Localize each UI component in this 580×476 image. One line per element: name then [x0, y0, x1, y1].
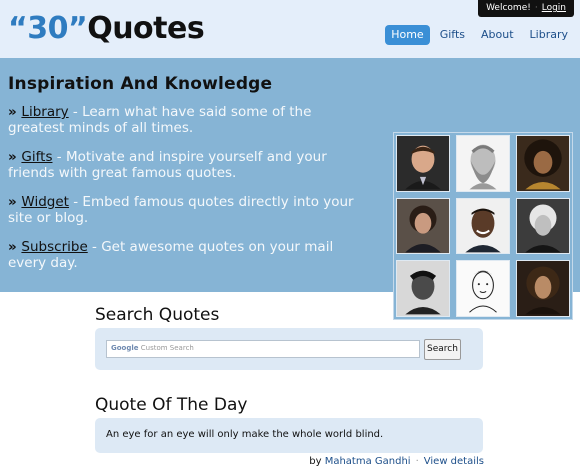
- nav-gifts[interactable]: Gifts: [434, 25, 471, 45]
- feature-subscribe-link[interactable]: Subscribe: [21, 239, 87, 255]
- search-button[interactable]: Search: [424, 339, 461, 360]
- quote-byline: by Mahatma Gandhi · View details: [309, 456, 484, 467]
- site-logo[interactable]: “30”Quotes: [8, 11, 205, 47]
- author-photo-grid: [393, 132, 573, 320]
- feature-list: » Library - Learn what have said some of…: [8, 104, 358, 284]
- user-bar: Welcome! · Login: [478, 0, 574, 17]
- feature-gifts-link[interactable]: Gifts: [21, 149, 52, 165]
- logo-word: Quotes: [87, 11, 205, 46]
- google-label: Google: [111, 344, 139, 352]
- bullet-mark: »: [8, 149, 22, 165]
- view-details-link[interactable]: View details: [424, 456, 484, 467]
- author-photo[interactable]: [516, 135, 570, 192]
- nav-about[interactable]: About: [475, 25, 520, 45]
- search-placeholder: Custom Search: [140, 344, 194, 352]
- bullet-mark: »: [8, 194, 22, 210]
- author-photo[interactable]: [396, 260, 450, 317]
- feature-widget: » Widget - Embed famous quotes directly …: [8, 194, 358, 226]
- bullet-mark: »: [8, 104, 22, 120]
- author-photo[interactable]: [396, 135, 450, 192]
- hero-banner: Inspiration And Knowledge » Library - Le…: [0, 58, 580, 320]
- quote-text: An eye for an eye will only make the who…: [106, 429, 384, 440]
- login-link[interactable]: Login: [542, 3, 566, 13]
- search-section-title: Search Quotes: [95, 305, 220, 325]
- feature-library-link[interactable]: Library: [21, 104, 68, 120]
- feature-gifts: » Gifts - Motivate and inspire yourself …: [8, 149, 358, 181]
- welcome-text: Welcome!: [486, 3, 531, 13]
- nav-home[interactable]: Home: [385, 25, 430, 45]
- search-box: Google Custom Search Search: [95, 328, 483, 370]
- author-photo[interactable]: [396, 197, 450, 255]
- author-photo[interactable]: [456, 260, 510, 317]
- search-input[interactable]: Google Custom Search: [106, 340, 420, 358]
- userbar-separator: ·: [534, 3, 538, 13]
- feature-widget-link[interactable]: Widget: [21, 194, 69, 210]
- qotd-section-title: Quote Of The Day: [95, 395, 248, 415]
- banner-title: Inspiration And Knowledge: [8, 74, 273, 94]
- nav-library[interactable]: Library: [524, 25, 574, 45]
- author-photo[interactable]: [456, 197, 510, 255]
- logo-number: “30”: [8, 11, 88, 46]
- quote-box: An eye for an eye will only make the who…: [95, 418, 483, 453]
- feature-gifts-text: - Motivate and inspire yourself and your…: [8, 149, 327, 181]
- by-label: by: [309, 456, 322, 467]
- author-photo[interactable]: [516, 197, 570, 255]
- author-photo[interactable]: [516, 260, 570, 317]
- bullet-mark: »: [8, 239, 22, 255]
- feature-subscribe: » Subscribe - Get awesome quotes on your…: [8, 239, 358, 271]
- header: Welcome! · Login “30”Quotes Home Gifts Abo…: [0, 0, 580, 58]
- author-link[interactable]: Mahatma Gandhi: [325, 456, 411, 467]
- main-nav: Home Gifts About Library: [385, 25, 574, 45]
- feature-library: » Library - Learn what have said some of…: [8, 104, 358, 136]
- author-photo[interactable]: [456, 135, 510, 192]
- byline-separator: ·: [415, 456, 419, 467]
